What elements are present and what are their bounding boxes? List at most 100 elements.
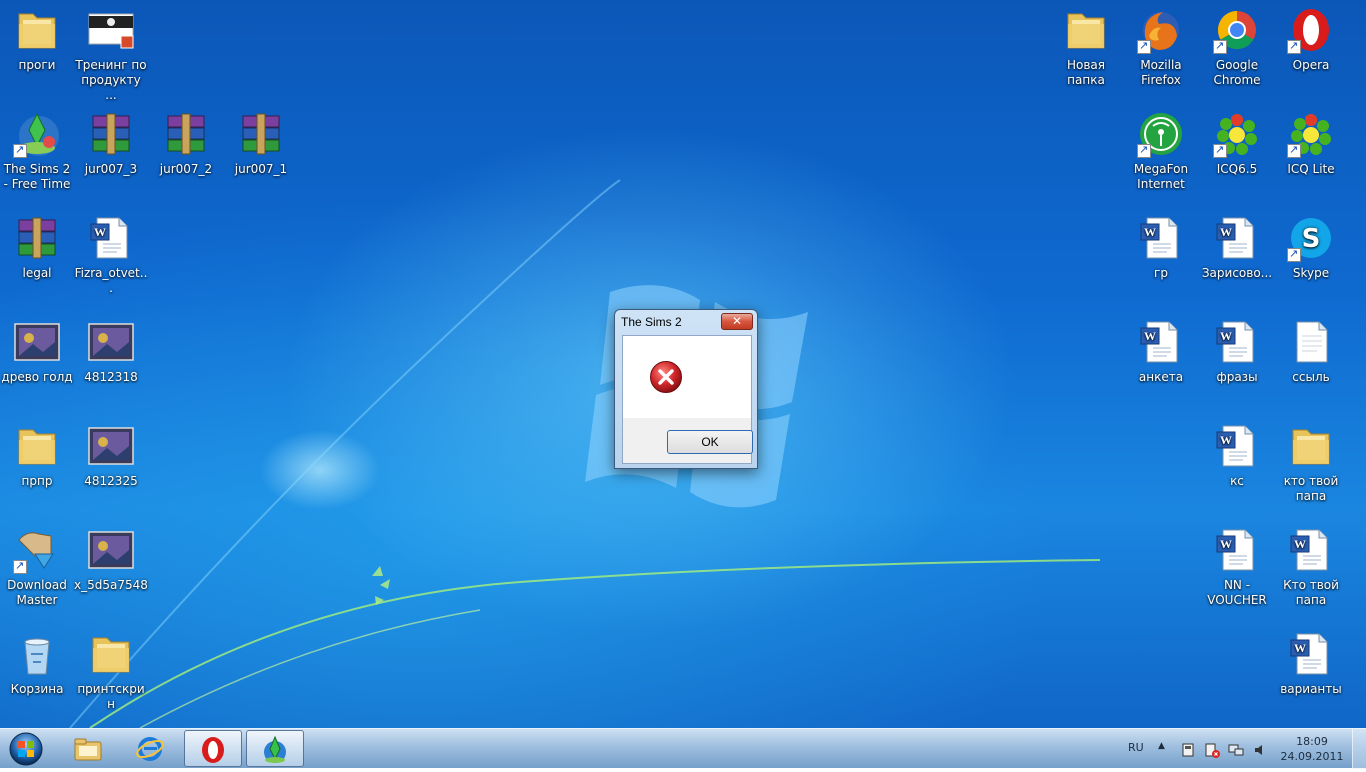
desktop-icon-jur007-1[interactable]: jur007_1 <box>224 110 298 177</box>
desktop-icon-label: Новая папка <box>1066 58 1105 87</box>
desktop-icon-4812318[interactable]: 4812318 <box>74 318 148 385</box>
opera-icon <box>1287 6 1335 54</box>
desktop-icon-зарисово[interactable]: W Зарисово... <box>1200 214 1274 281</box>
desktop-icon-skype[interactable]: S Skype <box>1274 214 1348 281</box>
megafon-icon <box>1137 110 1185 158</box>
desktop-icon-label: Зарисово... <box>1201 266 1273 280</box>
desktop-icon-кто-твой-папа[interactable]: W Кто твой папа <box>1274 526 1348 608</box>
desktop-icon-4812325[interactable]: 4812325 <box>74 422 148 489</box>
show-hidden-icons-button[interactable]: ▲ <box>1158 741 1165 751</box>
error-icon <box>650 361 682 393</box>
ok-button[interactable]: OK <box>667 430 753 454</box>
opera-icon <box>202 737 224 763</box>
rar-icon <box>237 110 285 158</box>
desktop-icon-label: NN -VOUCHER <box>1207 578 1267 607</box>
word-icon: W <box>1213 318 1261 366</box>
desktop-icon-кс[interactable]: Wкс <box>1200 422 1274 489</box>
desktop-icon-label: варианты <box>1280 682 1342 696</box>
shortcut-arrow-icon <box>1287 142 1301 158</box>
word-icon: W <box>1213 422 1261 470</box>
word-icon: W <box>1213 526 1261 574</box>
clock-date: 24.09.2011 <box>1280 750 1344 763</box>
desktop-icon-google-chrome[interactable]: Google Chrome <box>1200 6 1274 88</box>
word-icon: W <box>87 214 135 262</box>
desktop-icon-megafon-internet[interactable]: MegaFon Internet <box>1124 110 1198 192</box>
desktop-icon-the-sims-2-free-time[interactable]: The Sims 2 - Free Time <box>0 110 74 192</box>
word-icon: W <box>1213 214 1261 262</box>
firefox-icon <box>1137 6 1185 54</box>
icq-icon <box>1213 110 1261 158</box>
network-icon[interactable] <box>1228 742 1244 758</box>
taskbar-explorer-button[interactable] <box>60 730 118 767</box>
desktop[interactable]: проги Тренинг по продукту ... The Sims 2 -… <box>0 0 1366 728</box>
svg-text:W: W <box>1220 433 1232 447</box>
desktop-icon-ссыль[interactable]: ссыль <box>1274 318 1348 385</box>
desktop-icon-x-5d5a7548[interactable]: x_5d5a7548 <box>74 526 148 593</box>
desktop-icon-прпр[interactable]: прпр <box>0 422 74 489</box>
clock-time: 18:09 <box>1296 735 1328 748</box>
desktop-icon-label: гр <box>1154 266 1168 280</box>
taskbar-opera-button[interactable] <box>184 730 242 767</box>
safely-remove-hardware-icon[interactable] <box>1180 742 1196 758</box>
recycle-icon <box>13 630 61 678</box>
shortcut-arrow-icon <box>1213 142 1227 158</box>
desktop-icon-icq-lite[interactable]: ICQ Lite <box>1274 110 1348 177</box>
word-icon: W <box>1137 318 1185 366</box>
language-indicator[interactable]: RU <box>1128 741 1144 754</box>
desktop-icon-гр[interactable]: Wгр <box>1124 214 1198 281</box>
desktop-icon-opera[interactable]: Opera <box>1274 6 1348 73</box>
desktop-icon-legal[interactable]: legal <box>0 214 74 281</box>
shortcut-arrow-icon <box>1287 246 1301 262</box>
desktop-icon-тренинг-по-продукту[interactable]: Тренинг по продукту ... <box>74 6 148 103</box>
desktop-icon-label: проги <box>18 58 56 72</box>
desktop-icon-варианты[interactable]: Wварианты <box>1274 630 1348 697</box>
start-button[interactable] <box>4 730 48 768</box>
desktop-icon-nn-voucher[interactable]: W NN -VOUCHER <box>1200 526 1274 608</box>
svg-text:W: W <box>1294 641 1306 655</box>
folder-icon <box>1062 6 1110 54</box>
explorer-icon <box>74 738 102 761</box>
desktop-icon-label: jur007_3 <box>84 162 138 176</box>
show-desktop-button[interactable] <box>1352 729 1366 769</box>
icq-icon <box>1287 110 1335 158</box>
desktop-icon-кто-твой-папа[interactable]: кто твой папа <box>1274 422 1348 504</box>
image-icon <box>13 318 61 366</box>
image-icon <box>87 526 135 574</box>
desktop-icon-download-master[interactable]: Download Master <box>0 526 74 608</box>
desktop-icon-древо-голд[interactable]: древо голд <box>0 318 74 385</box>
desktop-icon-icq6-5[interactable]: ICQ6.5 <box>1200 110 1274 177</box>
desktop-icon-label: x_5d5a7548 <box>74 578 148 592</box>
desktop-icon-label: Download Master <box>7 578 67 607</box>
desktop-icon-проги[interactable]: проги <box>0 6 74 73</box>
action-center-icon[interactable] <box>1204 742 1220 758</box>
svg-text:W: W <box>1294 537 1306 551</box>
image-icon <box>87 318 135 366</box>
dialog-close-button[interactable]: ✕ <box>721 313 753 330</box>
desktop-icon-фразы[interactable]: Wфразы <box>1200 318 1274 385</box>
app-icon <box>13 526 61 574</box>
folder-icon <box>13 6 61 54</box>
clock[interactable]: 18:09 24.09.2011 <box>1280 734 1344 764</box>
shortcut-arrow-icon <box>1287 38 1301 54</box>
taskbar-internet-explorer-button[interactable] <box>122 730 180 767</box>
desktop-icon-label: Opera <box>1292 58 1330 72</box>
volume-icon[interactable] <box>1252 742 1268 758</box>
desktop-icon-fizra-otvet[interactable]: W Fizra_otvet... <box>74 214 148 296</box>
desktop-icon-label: Кто твой папа <box>1283 578 1339 607</box>
svg-text:W: W <box>1144 225 1156 239</box>
desktop-icon-анкета[interactable]: Wанкета <box>1124 318 1198 385</box>
desktop-icon-jur007-3[interactable]: jur007_3 <box>74 110 148 177</box>
svg-text:W: W <box>1220 537 1232 551</box>
desktop-icon-mozilla-firefox[interactable]: Mozilla Firefox <box>1124 6 1198 88</box>
rar-icon <box>162 110 210 158</box>
taskbar-sims-button[interactable] <box>246 730 304 767</box>
desktop-icon-корзина[interactable]: Корзина <box>0 630 74 697</box>
desktop-icon-принтскрин[interactable]: принтскрин <box>74 630 148 712</box>
shortcut-arrow-icon <box>1213 38 1227 54</box>
rar-icon <box>13 214 61 262</box>
desktop-icon-jur007-2[interactable]: jur007_2 <box>149 110 223 177</box>
desktop-icon-label: ICQ6.5 <box>1216 162 1258 176</box>
desktop-icon-label: Fizra_otvet... <box>74 266 148 295</box>
shortcut-arrow-icon <box>13 558 27 574</box>
desktop-icon-новая-папка[interactable]: Новая папка <box>1049 6 1123 88</box>
